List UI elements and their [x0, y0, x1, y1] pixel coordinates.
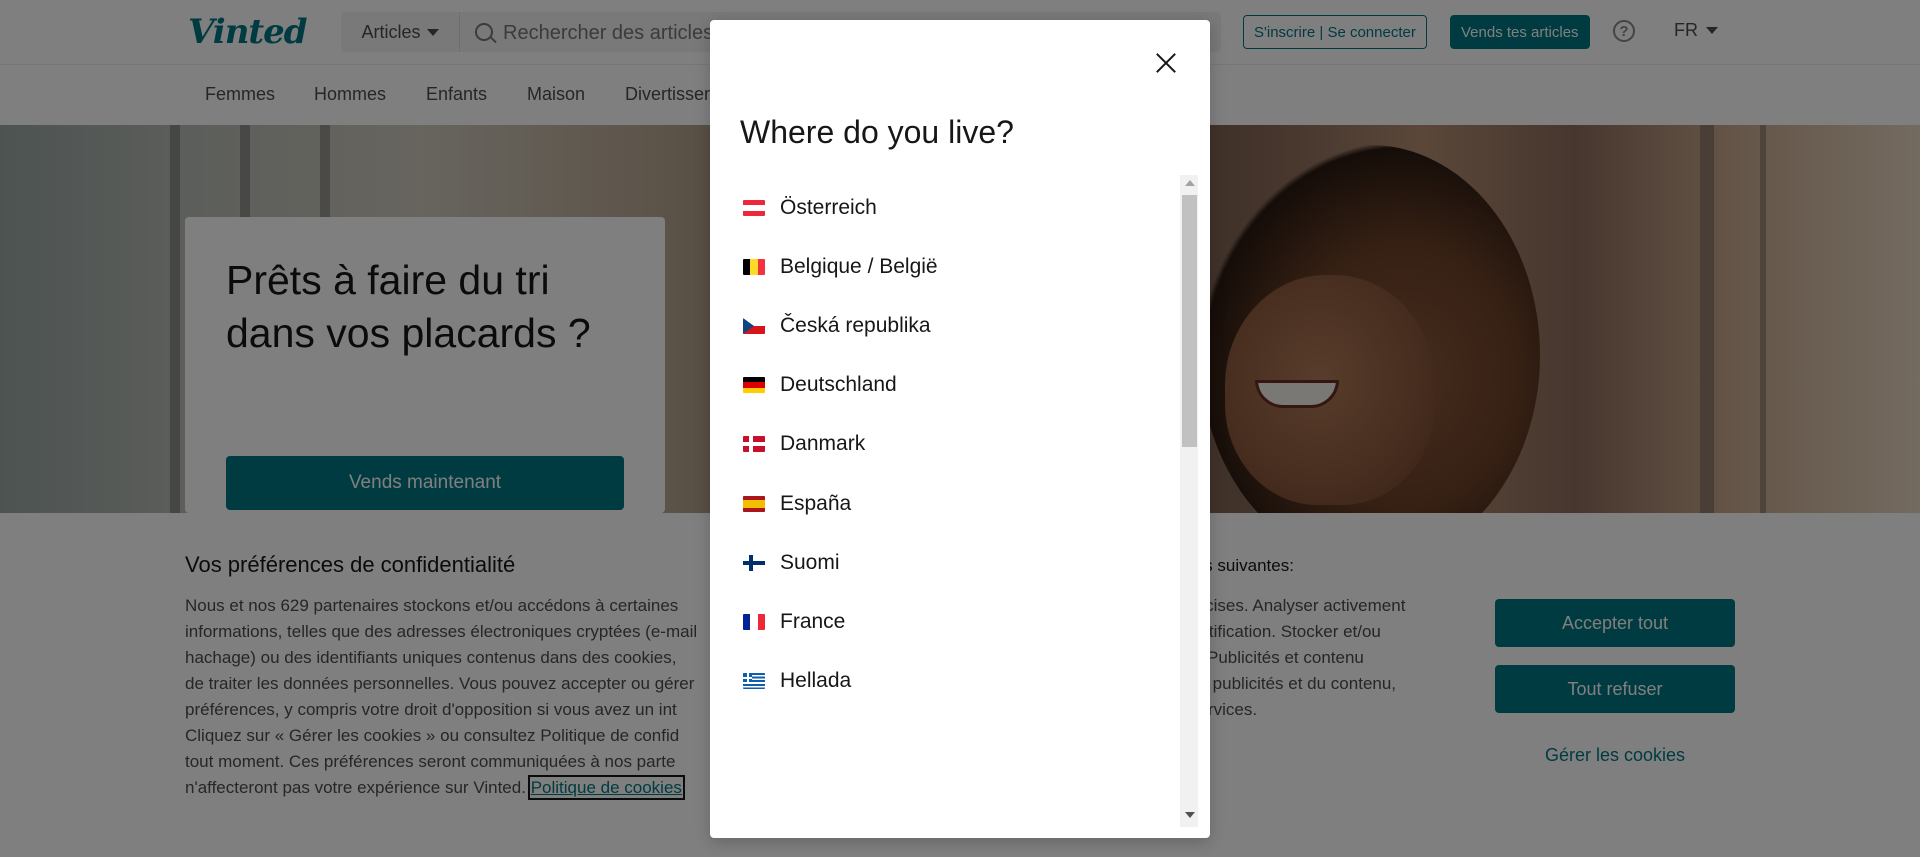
- finland-flag-icon: [743, 555, 765, 571]
- country-name: France: [780, 610, 846, 633]
- country-option[interactable]: Hellada: [728, 661, 1168, 701]
- austria-flag-icon: [743, 200, 765, 216]
- country-option[interactable]: Česká republika: [728, 306, 1168, 346]
- country-list[interactable]: Österreich Belgique / België Česká republi…: [728, 175, 1180, 827]
- spain-flag-icon: [743, 496, 765, 512]
- country-name: Suomi: [780, 551, 840, 574]
- denmark-flag-icon: [743, 436, 765, 452]
- country-name: Danmark: [780, 432, 866, 455]
- country-name: Deutschland: [780, 373, 897, 396]
- close-icon[interactable]: [1148, 45, 1184, 81]
- country-name: España: [780, 492, 852, 515]
- germany-flag-icon: [743, 377, 765, 393]
- scroll-up-arrow[interactable]: [1185, 180, 1195, 186]
- country-option[interactable]: Deutschland: [728, 365, 1168, 405]
- country-option[interactable]: Österreich: [728, 188, 1168, 228]
- scrollbar-thumb[interactable]: [1182, 195, 1197, 447]
- belgium-flag-icon: [743, 259, 765, 275]
- france-flag-icon: [743, 614, 765, 630]
- country-option[interactable]: Suomi: [728, 543, 1168, 583]
- country-option[interactable]: España: [728, 484, 1168, 524]
- modal-title: Where do you live?: [740, 114, 1014, 150]
- country-name: Belgique / België: [780, 255, 938, 278]
- country-option[interactable]: Belgique / België: [728, 247, 1168, 287]
- scroll-down-arrow[interactable]: [1185, 812, 1195, 818]
- country-name: Österreich: [780, 196, 877, 219]
- country-option[interactable]: Danmark: [728, 424, 1168, 464]
- czech-flag-icon: [743, 318, 765, 334]
- country-option[interactable]: France: [728, 602, 1168, 642]
- country-name: Hellada: [780, 669, 852, 692]
- greece-flag-icon: [743, 673, 765, 689]
- country-name: Česká republika: [780, 314, 931, 337]
